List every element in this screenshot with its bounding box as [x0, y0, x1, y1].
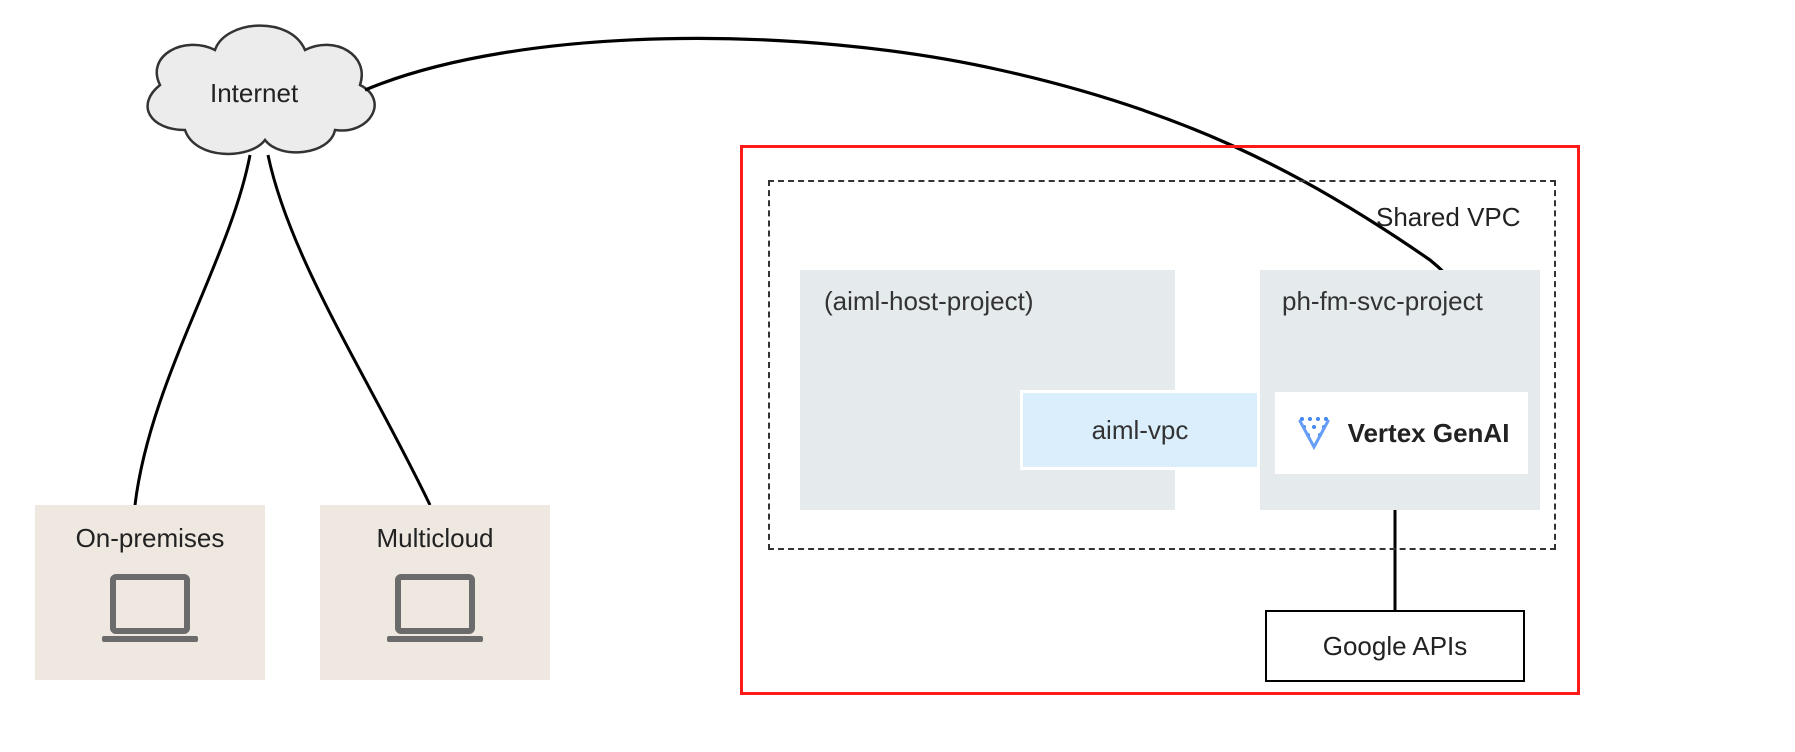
- shared-vpc-label: Shared VPC: [1376, 202, 1521, 233]
- google-apis-label: Google APIs: [1323, 631, 1468, 662]
- edge-internet-to-multicloud: [268, 155, 430, 505]
- laptop-icon: [395, 574, 475, 634]
- svc-project-label: ph-fm-svc-project: [1282, 286, 1483, 317]
- edge-internet-to-onprem: [135, 155, 250, 505]
- host-project-label: (aiml-host-project): [824, 286, 1034, 317]
- laptop-icon: [110, 574, 190, 634]
- multicloud-label: Multicloud: [376, 523, 493, 554]
- aiml-vpc-box: aiml-vpc: [1020, 390, 1260, 470]
- vertex-ai-icon: [1294, 413, 1334, 453]
- aiml-vpc-label: aiml-vpc: [1092, 415, 1189, 446]
- onprem-box: On-premises: [35, 505, 265, 680]
- internet-label: Internet: [210, 78, 298, 109]
- onprem-label: On-premises: [76, 523, 225, 554]
- svc-project-panel: ph-fm-svc-project: [1260, 270, 1540, 510]
- vertex-genai-label: Vertex GenAI: [1348, 418, 1510, 449]
- diagram-canvas: Internet On-premises Multicloud Shared V…: [0, 0, 1795, 752]
- google-apis-box: Google APIs: [1265, 610, 1525, 682]
- multicloud-box: Multicloud: [320, 505, 550, 680]
- vertex-genai-box: Vertex GenAI: [1275, 392, 1528, 474]
